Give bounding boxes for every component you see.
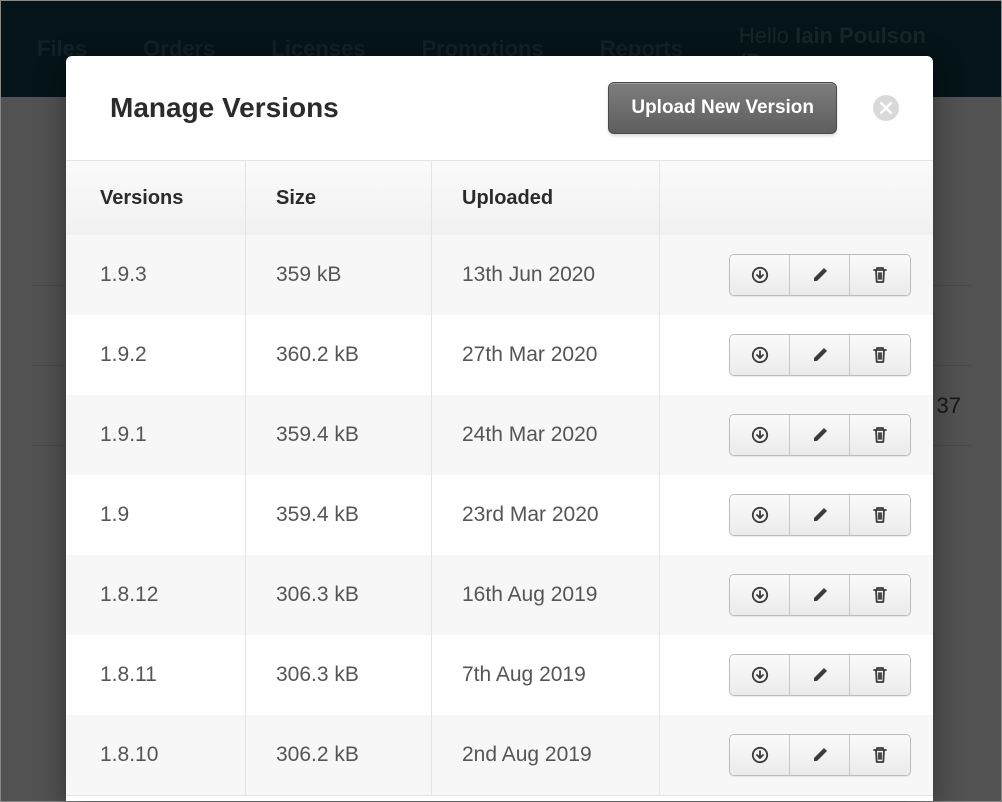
download-button[interactable] xyxy=(730,255,790,295)
table-row: 1.9.2 360.2 kB 27th Mar 2020 xyxy=(66,315,933,395)
pencil-icon xyxy=(811,346,829,364)
download-button[interactable] xyxy=(730,415,790,455)
cell-uploaded: 27th Mar 2020 xyxy=(432,315,660,395)
cell-actions xyxy=(660,475,933,555)
cell-version: 1.9.1 xyxy=(66,395,246,475)
edit-button[interactable] xyxy=(790,655,850,695)
download-icon xyxy=(751,346,769,364)
cell-size: 306.3 kB xyxy=(246,635,432,715)
cell-size: 359 kB xyxy=(246,235,432,315)
edit-button[interactable] xyxy=(790,735,850,775)
cell-actions xyxy=(660,635,933,715)
cell-uploaded: 16th Aug 2019 xyxy=(432,555,660,635)
row-actions xyxy=(729,494,911,536)
row-actions xyxy=(729,334,911,376)
cell-size: 306.2 kB xyxy=(246,715,432,795)
trash-icon xyxy=(871,426,889,444)
th-versions: Versions xyxy=(66,161,246,235)
cell-version: 1.9.2 xyxy=(66,315,246,395)
pencil-icon xyxy=(811,266,829,284)
cell-uploaded: 2nd Aug 2019 xyxy=(432,715,660,795)
download-button[interactable] xyxy=(730,735,790,775)
edit-button[interactable] xyxy=(790,255,850,295)
cell-version: 1.9 xyxy=(66,475,246,555)
row-actions xyxy=(729,654,911,696)
edit-button[interactable] xyxy=(790,415,850,455)
download-icon xyxy=(751,666,769,684)
delete-button[interactable] xyxy=(850,575,910,615)
cell-version: 1.8.10 xyxy=(66,715,246,795)
row-actions xyxy=(729,734,911,776)
cell-uploaded: 23rd Mar 2020 xyxy=(432,475,660,555)
cell-uploaded: 24th Mar 2020 xyxy=(432,395,660,475)
cell-size: 359.4 kB xyxy=(246,475,432,555)
th-actions xyxy=(660,161,933,235)
delete-button[interactable] xyxy=(850,655,910,695)
download-button[interactable] xyxy=(730,575,790,615)
row-actions xyxy=(729,574,911,616)
manage-versions-modal: Manage Versions Upload New Version Versi… xyxy=(66,56,933,801)
edit-button[interactable] xyxy=(790,575,850,615)
table-row: 1.9.3 359 kB 13th Jun 2020 xyxy=(66,235,933,315)
trash-icon xyxy=(871,266,889,284)
pencil-icon xyxy=(811,426,829,444)
cell-actions xyxy=(660,555,933,635)
close-modal-button[interactable] xyxy=(873,95,899,121)
modal-header: Manage Versions Upload New Version xyxy=(66,56,933,160)
pencil-icon xyxy=(811,746,829,764)
cell-actions xyxy=(660,395,933,475)
pencil-icon xyxy=(811,506,829,524)
trash-icon xyxy=(871,666,889,684)
delete-button[interactable] xyxy=(850,335,910,375)
cell-uploaded: 7th Aug 2019 xyxy=(432,635,660,715)
cell-version: 1.9.3 xyxy=(66,235,246,315)
row-actions xyxy=(729,414,911,456)
delete-button[interactable] xyxy=(850,255,910,295)
th-uploaded: Uploaded xyxy=(432,161,660,235)
delete-button[interactable] xyxy=(850,735,910,775)
row-actions xyxy=(729,254,911,296)
table-header: Versions Size Uploaded xyxy=(66,161,933,235)
download-icon xyxy=(751,426,769,444)
table-body: 1.9.3 359 kB 13th Jun 2020 1.9.2 360.2 k… xyxy=(66,235,933,795)
trash-icon xyxy=(871,746,889,764)
versions-table: Versions Size Uploaded 1.9.3 359 kB 13th… xyxy=(66,160,933,796)
modal-title: Manage Versions xyxy=(110,92,608,124)
cell-actions xyxy=(660,315,933,395)
delete-button[interactable] xyxy=(850,495,910,535)
trash-icon xyxy=(871,506,889,524)
cell-uploaded: 13th Jun 2020 xyxy=(432,235,660,315)
cell-actions xyxy=(660,715,933,795)
edit-button[interactable] xyxy=(790,335,850,375)
cell-version: 1.8.12 xyxy=(66,555,246,635)
cell-size: 360.2 kB xyxy=(246,315,432,395)
table-row: 1.9 359.4 kB 23rd Mar 2020 xyxy=(66,475,933,555)
close-icon xyxy=(880,102,892,114)
download-button[interactable] xyxy=(730,335,790,375)
cell-size: 359.4 kB xyxy=(246,395,432,475)
trash-icon xyxy=(871,346,889,364)
upload-new-version-button[interactable]: Upload New Version xyxy=(608,82,837,134)
download-button[interactable] xyxy=(730,655,790,695)
th-size: Size xyxy=(246,161,432,235)
trash-icon xyxy=(871,586,889,604)
download-button[interactable] xyxy=(730,495,790,535)
download-icon xyxy=(751,506,769,524)
table-row: 1.8.11 306.3 kB 7th Aug 2019 xyxy=(66,635,933,715)
pencil-icon xyxy=(811,586,829,604)
table-row: 1.8.12 306.3 kB 16th Aug 2019 xyxy=(66,555,933,635)
table-row: 1.8.10 306.2 kB 2nd Aug 2019 xyxy=(66,715,933,795)
pencil-icon xyxy=(811,666,829,684)
download-icon xyxy=(751,266,769,284)
download-icon xyxy=(751,746,769,764)
cell-size: 306.3 kB xyxy=(246,555,432,635)
edit-button[interactable] xyxy=(790,495,850,535)
delete-button[interactable] xyxy=(850,415,910,455)
cell-actions xyxy=(660,235,933,315)
download-icon xyxy=(751,586,769,604)
cell-version: 1.8.11 xyxy=(66,635,246,715)
table-row: 1.9.1 359.4 kB 24th Mar 2020 xyxy=(66,395,933,475)
